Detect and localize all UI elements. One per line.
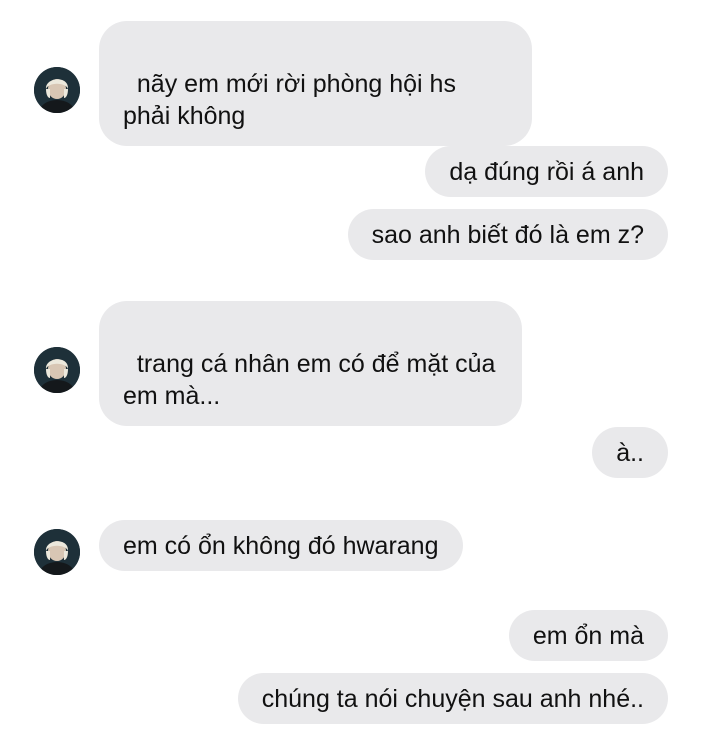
message-bubble-received[interactable]: nãy em mới rời phòng hội hs phải không: [99, 21, 532, 146]
message-bubble-sent[interactable]: chúng ta nói chuyện sau anh nhé..: [237, 673, 668, 724]
message-bubble-sent[interactable]: dạ đúng rồi á anh: [425, 146, 668, 197]
message-text: em ổn mà: [532, 622, 644, 650]
message-bubble-received[interactable]: trang cá nhân em có để mặt của em mà...: [99, 301, 522, 426]
message-bubble-sent[interactable]: em ổn mà: [508, 610, 668, 661]
profile-photo-icon: [34, 67, 80, 113]
message-bubble-sent[interactable]: à..: [592, 427, 668, 478]
message-text: nãy em mới rời phòng hội hs phải không: [123, 70, 463, 130]
message-bubble-sent[interactable]: sao anh biết đó là em z?: [347, 209, 668, 260]
message-text: dạ đúng rồi á anh: [449, 158, 644, 186]
message-text: sao anh biết đó là em z?: [371, 221, 644, 249]
message-bubble-received[interactable]: em có ổn không đó hwarang: [99, 520, 463, 571]
message-text: trang cá nhân em có để mặt của em mà...: [123, 350, 503, 410]
avatar[interactable]: [34, 67, 80, 113]
profile-photo-icon: [34, 529, 80, 575]
message-text: chúng ta nói chuyện sau anh nhé..: [261, 685, 644, 713]
avatar[interactable]: [34, 529, 80, 575]
message-text: à..: [616, 439, 644, 467]
avatar[interactable]: [34, 347, 80, 393]
message-text: em có ổn không đó hwarang: [123, 532, 439, 560]
profile-photo-icon: [34, 347, 80, 393]
